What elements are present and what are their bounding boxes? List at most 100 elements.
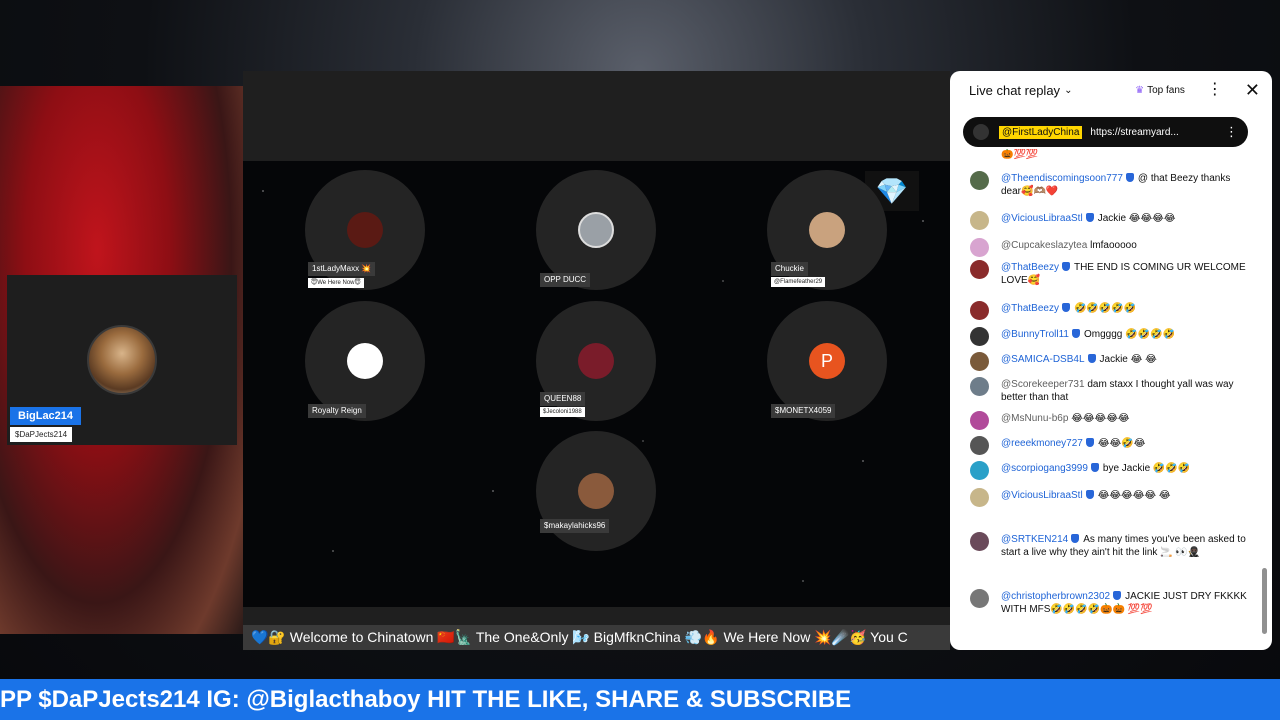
message-body: @BunnyTroll11 Omgggg 🤣🤣🤣🤣 [1001,328,1175,346]
chat-message[interactable]: 🎃💯💯 [970,149,1250,166]
avatar: P [809,343,845,379]
chat-message[interactable]: @MsNunu-b6p 😂😂😂😂😂 [970,411,1250,430]
message-text: 😂😂🤣😂 [1097,438,1146,449]
message-text: 😂😂😂😂😂 [1071,413,1130,424]
avatar [809,212,845,248]
member-badge-icon [1085,490,1094,499]
message-body: @reeekmoney727 😂😂🤣😂 [1001,437,1145,455]
avatar[interactable] [970,488,989,507]
avatar [347,212,383,248]
guest-avatar [87,325,157,395]
chat-message[interactable]: @SAMICA-DSB4L Jackie 😂 😂 [970,352,1250,371]
message-body: @ThatBeezy 🤣🤣🤣🤣🤣 [1001,302,1136,320]
pinned-options-icon[interactable]: ⋮ [1225,124,1238,140]
guest-tile: BigLac214 $DaPJects214 [7,275,237,445]
avatar[interactable] [970,532,989,551]
author-name[interactable]: @ThatBeezy [1001,262,1059,273]
ticker-banner: 💙🔐 Welcome to Chinatown 🇨🇳🗽 The One&Only… [243,625,950,650]
participant-bubble: P $MONETX4059 [767,301,887,421]
participant-subtitle: $Jecoloni1988 [540,407,585,417]
author-name[interactable]: @SRTKEN214 [1001,534,1068,545]
message-text: 😂😂😂😂😂 😂 [1097,490,1171,501]
author-name[interactable]: @ThatBeezy [1001,303,1059,314]
author-name[interactable]: @MsNunu-b6p [1001,413,1068,424]
chat-message[interactable]: @ThatBeezy 🤣🤣🤣🤣🤣 [970,301,1250,320]
participant-bubble: 1stLadyMaxx 💥 😇We Here Now😇 [305,170,425,290]
top-fans-button[interactable]: ♛ Top fans [1135,85,1185,96]
chat-message-list[interactable]: 🎃💯💯 @Theendiscomingsoon777 @ that Beezy th… [950,149,1262,645]
more-options-icon[interactable]: ⋮ [1207,82,1223,98]
message-text: bye Jackie 🤣🤣🤣 [1102,463,1191,474]
message-body: @Cupcakeslazytea lmfaooooo [1001,239,1137,257]
participant-subtitle: 😇We Here Now😇 [308,278,364,288]
message-body: @scorpiogang3999 bye Jackie 🤣🤣🤣 [1001,462,1190,480]
author-name[interactable]: @ViciousLibraaStl [1001,213,1083,224]
avatar[interactable] [970,411,989,430]
avatar[interactable] [970,238,989,257]
author-name[interactable]: @Theendiscomingsoon777 [1001,173,1123,184]
avatar[interactable] [970,589,989,608]
avatar[interactable] [970,171,989,190]
chat-message[interactable]: @ViciousLibraaStl Jackie 😂😂😂😂 [970,211,1250,230]
message-body: @ViciousLibraaStl 😂😂😂😂😂 😂 [1001,489,1171,507]
message-body: @ThatBeezy THE END IS COMING UR WELCOME L… [1001,261,1250,287]
member-badge-icon [1071,329,1080,338]
chat-message[interactable]: @ViciousLibraaStl 😂😂😂😂😂 😂 [970,488,1250,507]
chat-message[interactable]: @scorpiogang3999 bye Jackie 🤣🤣🤣 [970,461,1250,480]
live-chat-panel: Live chat replay ⌄ ♛ Top fans ⋮ ✕ @First… [950,71,1272,650]
author-name[interactable]: @christopherbrown2302 [1001,591,1110,602]
chat-message[interactable]: @reeekmoney727 😂😂🤣😂 [970,436,1250,455]
member-badge-icon [1071,534,1080,543]
author-name[interactable]: @BunnyTroll11 [1001,329,1069,340]
chat-message[interactable]: @Theendiscomingsoon777 @ that Beezy thank… [970,171,1250,198]
author-name[interactable]: @SAMICA-DSB4L [1001,354,1085,365]
participant-name: Chuckie [771,262,808,276]
avatar[interactable] [970,211,989,230]
chat-message[interactable]: @ThatBeezy THE END IS COMING UR WELCOME L… [970,260,1250,287]
crown-icon: ♛ [1135,84,1145,96]
message-body: @Theendiscomingsoon777 @ that Beezy thank… [1001,172,1250,198]
avatar [578,343,614,379]
pinned-text[interactable]: https://streamyard... [1090,127,1225,138]
message-text: 🎃💯💯 [1001,149,1039,160]
chat-scrollbar[interactable] [1262,568,1267,634]
avatar[interactable] [970,327,989,346]
chevron-down-icon[interactable]: ⌄ [1064,85,1072,96]
avatar[interactable] [970,352,989,371]
close-icon[interactable]: ✕ [1245,81,1260,99]
member-badge-icon [1125,173,1134,182]
pinned-author[interactable]: @FirstLadyChina [999,125,1083,139]
avatar [578,212,614,248]
participant-bubble: Chuckie @Flamefeather29 [767,170,887,290]
member-badge-icon [1085,438,1094,447]
chat-mode-dropdown[interactable]: Live chat replay [969,83,1060,98]
author-name[interactable]: @ViciousLibraaStl [1001,490,1083,501]
avatar[interactable] [970,436,989,455]
chat-message[interactable]: @Cupcakeslazytea lmfaooooo [970,238,1250,257]
message-text: lmfaooooo [1090,240,1137,251]
participant-name: QUEEN88 [540,392,586,406]
chat-message[interactable]: @christopherbrown2302 JACKIE JUST DRY FKK… [970,589,1250,616]
author-name[interactable]: @reeekmoney727 [1001,438,1083,449]
avatar[interactable] [970,301,989,320]
chat-message[interactable]: @BunnyTroll11 Omgggg 🤣🤣🤣🤣 [970,327,1250,346]
avatar[interactable] [970,377,989,396]
participant-subtitle: @Flamefeather29 [771,277,826,287]
member-badge-icon [1061,262,1070,271]
participant-name: 1stLadyMaxx 💥 [308,262,376,276]
guest-handle-label: $DaPJects214 [10,427,73,442]
participant-name: $MONETX4059 [771,404,836,418]
message-text: Omgggg 🤣🤣🤣🤣 [1083,329,1175,340]
author-name[interactable]: @Scorekeeper731 [1001,379,1085,390]
message-text: Jackie 😂 😂 [1099,354,1157,365]
message-text: Jackie 😂😂😂😂 [1097,213,1176,224]
pinned-message[interactable]: @FirstLadyChina https://streamyard... ⋮ [963,117,1248,147]
avatar[interactable] [970,461,989,480]
author-name[interactable]: @scorpiogang3999 [1001,463,1088,474]
member-badge-icon [1061,303,1070,312]
stream-canvas: BigLac214 $DaPJects214 💎 1stLadyMaxx 💥 😇… [0,0,1280,720]
avatar[interactable] [970,260,989,279]
author-name[interactable]: @Cupcakeslazytea [1001,240,1087,251]
chat-message[interactable]: @Scorekeeper731 dam staxx I thought yall… [970,377,1250,404]
chat-message[interactable]: @SRTKEN214 As many times you've been aske… [970,532,1250,559]
